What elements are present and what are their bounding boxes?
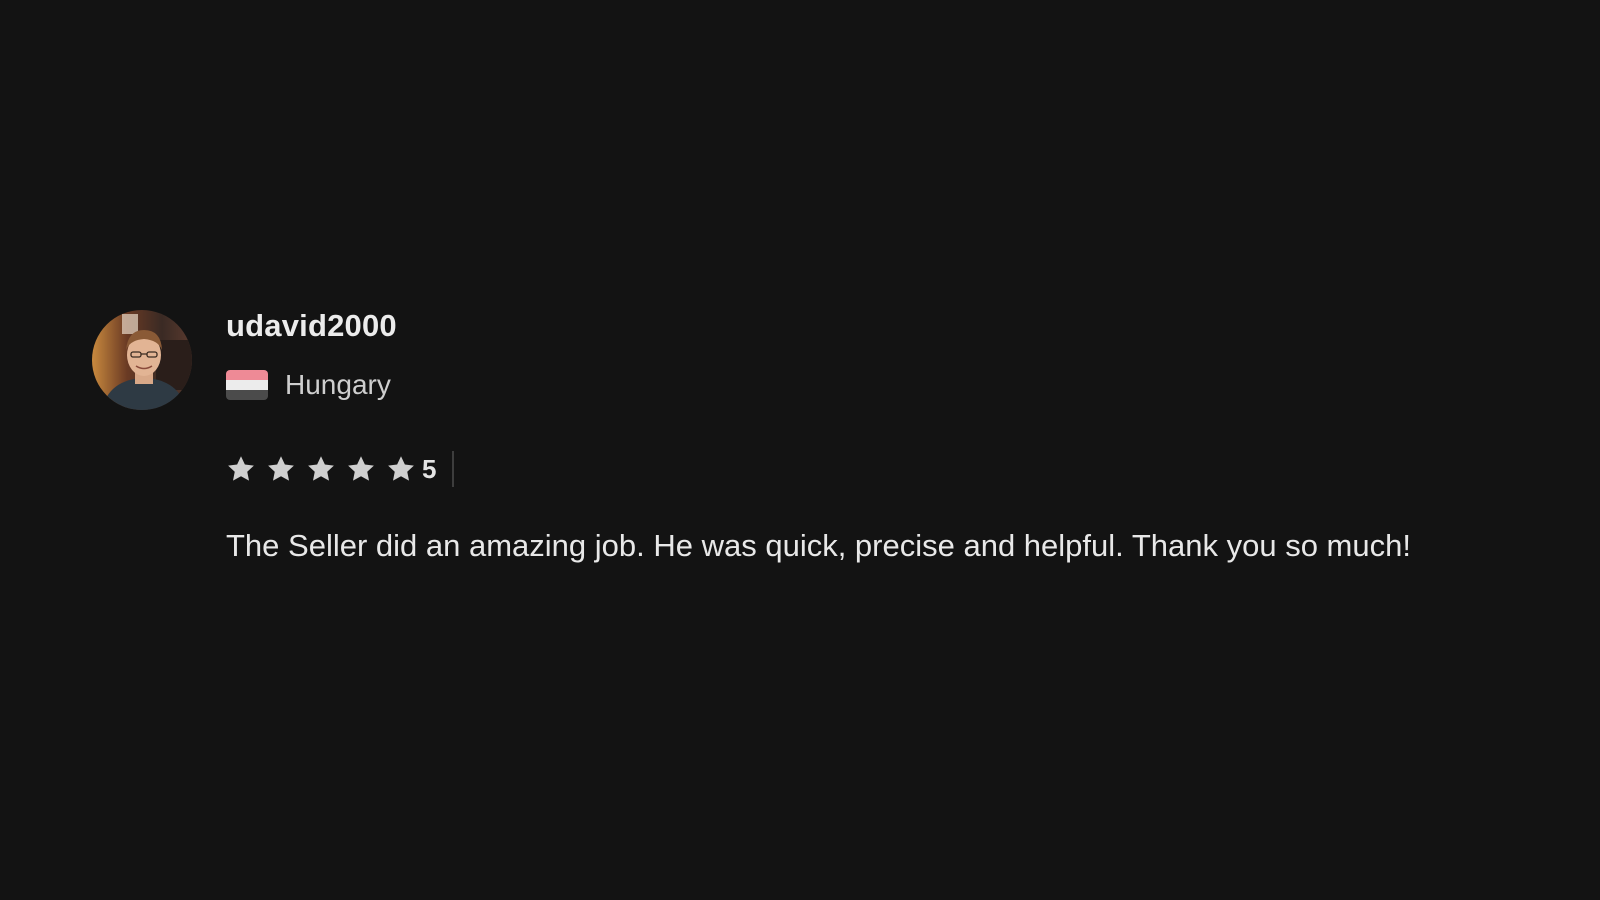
hungary-flag-icon: [226, 370, 268, 400]
avatar[interactable]: [92, 310, 192, 410]
rating-row: 5: [226, 451, 1506, 487]
star-icon: [348, 456, 374, 481]
flag-stripe-middle: [226, 380, 268, 390]
star-icon: [228, 456, 254, 481]
flag-stripe-bottom: [226, 390, 268, 400]
star-icon: [308, 456, 334, 481]
rating-value: 5: [422, 454, 437, 484]
username[interactable]: udavid2000: [226, 308, 1506, 344]
star-icon: [388, 456, 414, 481]
star-icon: [268, 456, 294, 481]
flag-stripe-top: [226, 370, 268, 380]
user-avatar-icon: [92, 310, 192, 410]
country-name: Hungary: [285, 369, 391, 400]
review-text: The Seller did an amazing job. He was qu…: [226, 528, 1411, 563]
review-content: udavid2000 Hungary 5 The Seller did an a…: [226, 308, 1506, 571]
star-rating: [226, 454, 422, 484]
country-row: Hungary: [226, 368, 1506, 402]
divider: [452, 451, 455, 487]
